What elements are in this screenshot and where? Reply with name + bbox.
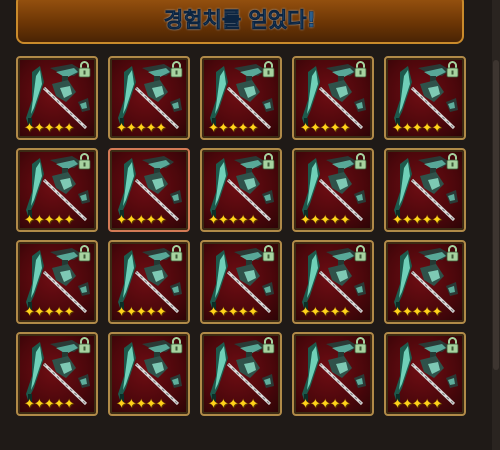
star-rating: ✦✦✦✦✦ [208,213,258,228]
item-slot[interactable]: ✦✦✦✦✦ [108,240,190,324]
item-slot[interactable]: ✦✦✦✦✦ [108,332,190,416]
star-rating: ✦✦✦✦✦ [24,305,74,320]
lock-icon [78,153,91,170]
lock-icon [446,337,459,354]
lock-icon [170,61,183,78]
star-rating: ✦✦✦✦✦ [116,397,166,412]
item-slot[interactable]: ✦✦✦✦✦ [292,332,374,416]
item-slot[interactable]: ✦✦✦✦✦ [200,240,282,324]
scrollbar[interactable] [492,0,500,450]
lock-icon [354,153,367,170]
star-rating: ✦✦✦✦✦ [208,305,258,320]
item-slot[interactable]: ✦✦✦✦✦ [16,240,98,324]
item-slot[interactable]: ✦✦✦✦✦ [384,56,466,140]
item-slot[interactable]: ✦✦✦✦✦ [16,332,98,416]
star-rating: ✦✦✦✦✦ [116,305,166,320]
item-slot[interactable]: ✦✦✦✦✦ [200,332,282,416]
item-slot[interactable]: ✦✦✦✦✦ [384,148,466,232]
star-rating: ✦✦✦✦✦ [392,121,442,136]
star-rating: ✦✦✦✦✦ [24,213,74,228]
lock-icon [170,337,183,354]
star-rating: ✦✦✦✦✦ [300,305,350,320]
star-rating: ✦✦✦✦✦ [392,397,442,412]
star-rating: ✦✦✦✦✦ [208,121,258,136]
item-slot[interactable]: ✦✦✦✦✦ [108,56,190,140]
lock-icon [354,337,367,354]
lock-icon [262,245,275,262]
lock-icon [262,337,275,354]
lock-icon [354,245,367,262]
star-rating: ✦✦✦✦✦ [392,305,442,320]
lock-icon [170,245,183,262]
item-slot[interactable]: ✦✦✦✦✦ [292,240,374,324]
item-slot[interactable]: ✦✦✦✦✦ [384,332,466,416]
lock-icon [262,153,275,170]
lock-icon [78,337,91,354]
star-rating: ✦✦✦✦✦ [116,213,166,228]
lock-icon [78,61,91,78]
star-rating: ✦✦✦✦✦ [24,397,74,412]
item-slot[interactable]: ✦✦✦✦✦ [108,148,190,232]
item-slot[interactable]: ✦✦✦✦✦ [292,56,374,140]
exp-gained-banner: 경험치를 얻었다! [16,0,464,44]
lock-icon [78,245,91,262]
item-slot[interactable]: ✦✦✦✦✦ [200,148,282,232]
item-slot[interactable]: ✦✦✦✦✦ [292,148,374,232]
item-slot[interactable]: ✦✦✦✦✦ [16,56,98,140]
star-rating: ✦✦✦✦✦ [300,397,350,412]
banner-text: 경험치를 얻었다! [163,8,317,33]
star-rating: ✦✦✦✦✦ [116,121,166,136]
item-slot[interactable]: ✦✦✦✦✦ [16,148,98,232]
lock-icon [446,245,459,262]
lock-icon [354,61,367,78]
item-slot[interactable]: ✦✦✦✦✦ [200,56,282,140]
star-rating: ✦✦✦✦✦ [300,121,350,136]
star-rating: ✦✦✦✦✦ [300,213,350,228]
lock-icon [446,153,459,170]
star-rating: ✦✦✦✦✦ [208,397,258,412]
scrollbar-thumb[interactable] [493,60,499,370]
item-slot[interactable]: ✦✦✦✦✦ [384,240,466,324]
lock-icon [446,61,459,78]
star-rating: ✦✦✦✦✦ [24,121,74,136]
star-rating: ✦✦✦✦✦ [392,213,442,228]
lock-icon [262,61,275,78]
